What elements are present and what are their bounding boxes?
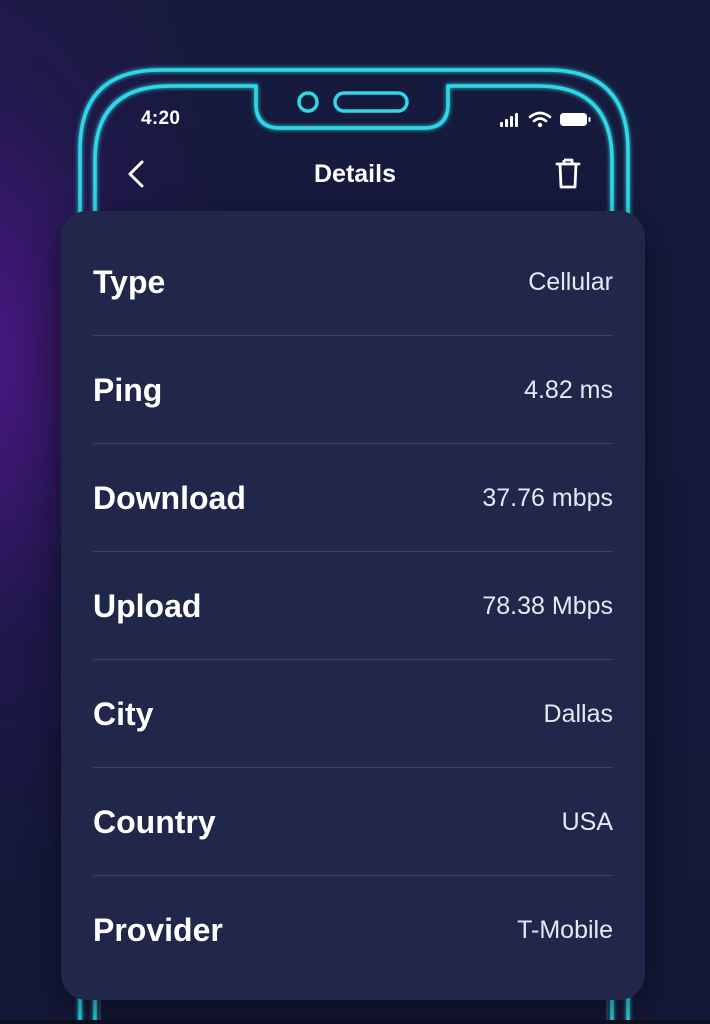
detail-value: 78.38 Mbps: [482, 591, 613, 620]
battery-icon: [560, 113, 591, 126]
detail-label: Download: [93, 479, 246, 516]
detail-value: 4.82 ms: [524, 375, 613, 404]
detail-label: Ping: [93, 371, 163, 408]
status-icons: [500, 111, 591, 128]
detail-row-city: City Dallas: [93, 660, 613, 768]
detail-row-download: Download 37.76 mbps: [93, 444, 613, 552]
detail-label: Country: [93, 803, 216, 840]
detail-row-type: Type Cellular: [93, 228, 613, 336]
detail-label: City: [93, 695, 154, 732]
back-button[interactable]: [122, 156, 152, 192]
detail-label: Upload: [93, 587, 202, 624]
details-card: Type Cellular Ping 4.82 ms Download 37.7…: [61, 211, 645, 1000]
delete-button[interactable]: [552, 157, 584, 191]
detail-label: Type: [93, 263, 166, 300]
detail-row-country: Country USA: [93, 768, 613, 876]
status-time: 4:20: [141, 108, 181, 129]
speaker-slot: [333, 91, 409, 113]
detail-row-upload: Upload 78.38 Mbps: [93, 552, 613, 660]
camera-dot: [297, 91, 319, 113]
detail-value: USA: [561, 807, 613, 836]
detail-row-ping: Ping 4.82 ms: [93, 336, 613, 444]
detail-value: Dallas: [543, 699, 613, 728]
trash-icon: [555, 158, 581, 189]
chevron-left-icon: [128, 160, 144, 188]
bottom-edge: [0, 1020, 710, 1024]
detail-label: Provider: [93, 911, 223, 948]
page-title: Details: [314, 160, 396, 188]
detail-row-provider: Provider T-Mobile: [93, 876, 613, 984]
detail-value: Cellular: [528, 267, 613, 296]
wifi-icon: [528, 111, 552, 128]
detail-value: 37.76 mbps: [482, 483, 613, 512]
detail-value: T-Mobile: [517, 915, 613, 944]
signal-icon: [500, 113, 518, 127]
